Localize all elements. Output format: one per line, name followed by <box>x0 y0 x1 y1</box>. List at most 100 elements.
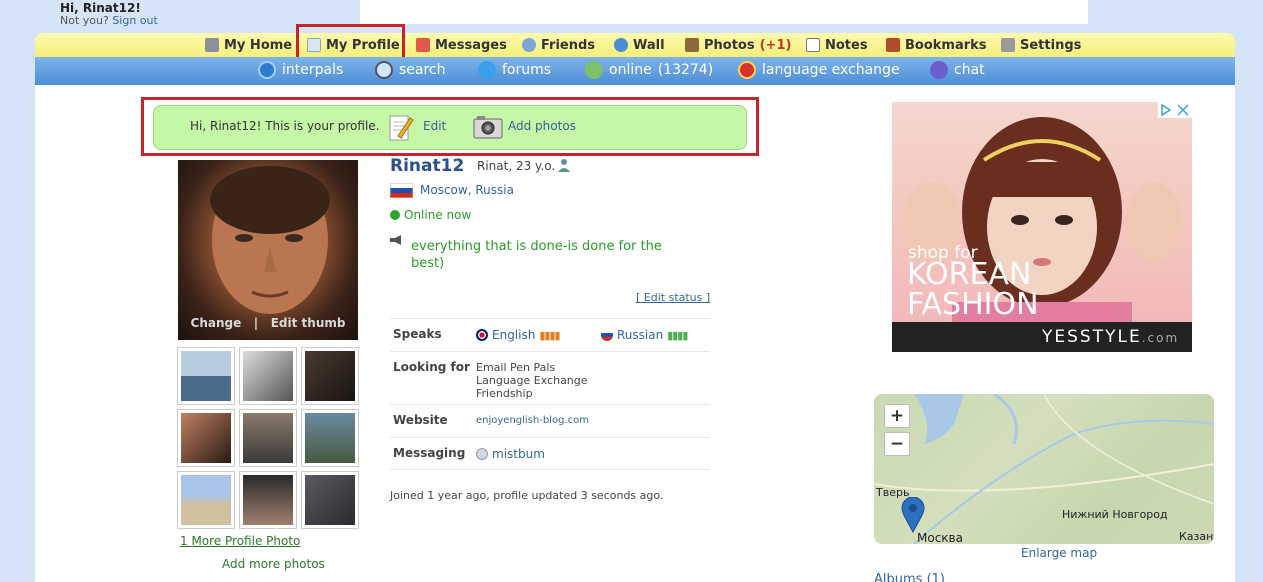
subnav-language-exchange[interactable]: language exchange <box>738 61 900 79</box>
subnav-forums[interactable]: forums <box>478 61 551 79</box>
sign-out-link[interactable]: Sign out <box>112 14 158 27</box>
nav-bookmarks[interactable]: Bookmarks <box>886 36 987 54</box>
website-link[interactable]: enjoyenglish-blog.com <box>476 414 589 427</box>
country-link[interactable]: Russia <box>475 183 514 197</box>
photos-icon <box>685 38 699 52</box>
add-photos-link[interactable]: Add photos <box>508 119 576 133</box>
language-english[interactable]: English ▮▮▮▮ <box>476 328 561 342</box>
enlarge-map-link[interactable]: Enlarge map <box>1021 546 1097 560</box>
subnav-forums-label: forums <box>502 62 552 78</box>
photo-thumbnail[interactable] <box>301 347 359 405</box>
photo-thumbnail[interactable] <box>177 471 235 529</box>
greeting-text: Hi, Rinat12! <box>60 1 141 15</box>
more-profile-photo-link[interactable]: 1 More Profile Photo <box>180 534 300 548</box>
location-map[interactable] <box>874 394 1214 544</box>
looking-for-item: Friendship <box>476 387 533 400</box>
photo-thumbnail[interactable] <box>301 471 359 529</box>
status-message: everything that is done-is done for the … <box>411 239 662 271</box>
ad-headline-line: KOREAN <box>907 257 1032 292</box>
photo-thumbnail[interactable] <box>239 409 297 467</box>
map-zoom-in-button[interactable]: + <box>884 404 910 428</box>
home-icon <box>205 38 219 52</box>
language-russian[interactable]: Russian ▮▮▮▮ <box>601 328 688 342</box>
subnav-chat[interactable]: chat <box>930 61 985 79</box>
nav-messages-label: Messages <box>435 37 507 53</box>
map-terrain <box>874 394 1214 544</box>
website-label: Website <box>393 413 448 427</box>
looking-for-item: Email Pen Pals <box>476 361 556 374</box>
forums-bubble-icon <box>478 61 496 79</box>
nav-messages[interactable]: Messages <box>416 36 507 54</box>
online-user-icon <box>585 61 603 79</box>
user-icon <box>558 159 570 172</box>
looking-for-label: Looking for <box>393 360 470 374</box>
subnav-chat-label: chat <box>954 62 985 78</box>
not-you-line: Not you? Sign out <box>60 14 158 27</box>
nav-settings-label: Settings <box>1020 37 1082 53</box>
nav-bookmarks-label: Bookmarks <box>905 37 987 53</box>
camera-icon[interactable] <box>473 114 503 140</box>
photo-actions-separator: | <box>253 316 259 330</box>
photo-thumbnail[interactable] <box>301 409 359 467</box>
profile-face-image <box>210 166 330 314</box>
photo-thumbnail[interactable] <box>239 471 297 529</box>
edit-pencil-icon[interactable] <box>388 112 414 142</box>
subnav-online[interactable]: online (13274) <box>585 61 713 79</box>
flags-icon <box>738 61 756 79</box>
online-status-icon <box>390 210 400 220</box>
magnifier-icon <box>375 61 393 79</box>
subnav-language-exchange-label: language exchange <box>762 62 900 78</box>
nav-wall[interactable]: Wall <box>614 36 665 54</box>
friends-icon <box>522 38 536 52</box>
photo-thumbnail[interactable] <box>177 409 235 467</box>
city-link[interactable]: Moscow <box>420 183 468 197</box>
speaks-row: Speaks English ▮▮▮▮ Russian ▮▮▮▮ <box>390 318 710 351</box>
edit-thumb-link[interactable]: Edit thumb <box>271 316 346 330</box>
profile-photo[interactable] <box>178 160 358 340</box>
messaging-skype[interactable]: mistbum <box>476 447 545 461</box>
ad-brand: YESSTYLE.com <box>1042 327 1179 347</box>
nav-settings[interactable]: Settings <box>1001 36 1081 54</box>
website-row: Website enjoyenglish-blog.com <box>390 404 710 437</box>
nav-notes-label: Notes <box>825 37 868 53</box>
nav-my-home[interactable]: My Home <box>205 36 292 54</box>
subnav-search[interactable]: search <box>375 61 446 79</box>
photo-thumbnail[interactable] <box>239 347 297 405</box>
nav-notes[interactable]: Notes <box>806 36 868 54</box>
add-more-photos-link[interactable]: Add more photos <box>222 557 325 571</box>
main-nav: My Home My Profile Messages Friends Wall… <box>35 33 1235 57</box>
nav-friends[interactable]: Friends <box>522 36 595 54</box>
map-marker-icon[interactable] <box>901 497 925 533</box>
settings-tools-icon <box>1001 38 1015 52</box>
english-level-bars-icon: ▮▮▮▮ <box>539 328 560 342</box>
speaks-label: Speaks <box>393 327 442 341</box>
nav-friends-label: Friends <box>541 37 596 53</box>
sub-nav: interpals search forums online (13274) l… <box>35 57 1235 85</box>
uk-flag-icon <box>476 329 488 341</box>
globe-icon <box>258 61 276 79</box>
profile-username: Rinat12 <box>390 156 465 176</box>
edit-status-link[interactable]: [ Edit status ] <box>636 291 710 304</box>
albums-link[interactable]: Albums (1) <box>874 572 945 582</box>
messaging-handle: mistbum <box>492 447 545 461</box>
nav-photos-count: (+1) <box>759 37 792 53</box>
bookmark-icon <box>886 38 900 52</box>
nav-photos[interactable]: Photos (+1) <box>685 36 791 54</box>
change-photo-link[interactable]: Change <box>191 316 242 330</box>
not-you-text: Not you? <box>60 14 109 27</box>
ad-brand-name: YESSTYLE <box>1042 327 1142 347</box>
looking-for-row: Looking for Email Pen Pals Language Exch… <box>390 351 710 404</box>
edit-profile-link[interactable]: Edit <box>423 119 446 133</box>
chat-icon <box>930 61 948 79</box>
subnav-online-count: (13274) <box>657 62 714 78</box>
photo-thumbnail[interactable] <box>177 347 235 405</box>
map-zoom-out-button[interactable]: − <box>884 432 910 456</box>
subnav-interpals[interactable]: interpals <box>258 61 343 79</box>
ad-choices-icon[interactable] <box>1158 102 1192 118</box>
skype-icon <box>476 448 488 460</box>
online-status-text: Online now <box>404 208 472 222</box>
map-city-label: Москва <box>917 531 963 545</box>
wall-bubble-icon <box>614 38 628 52</box>
subnav-search-label: search <box>399 62 446 78</box>
notes-icon <box>806 38 820 52</box>
